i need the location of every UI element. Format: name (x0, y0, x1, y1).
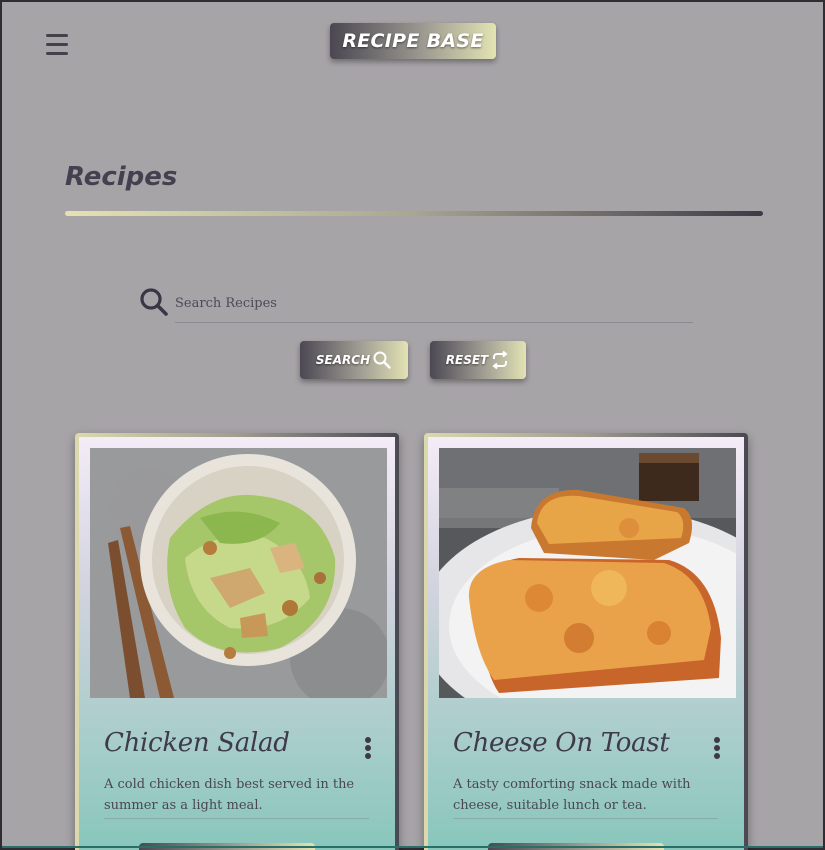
reset-button[interactable]: RESET (430, 341, 526, 379)
bottom-edge (2, 846, 823, 848)
recipe-image-chicken-salad[interactable] (90, 448, 387, 698)
page-title: Recipes (65, 162, 178, 192)
refresh-icon (492, 350, 508, 370)
reset-button-label: RESET (445, 353, 489, 367)
search-button-label: SEARCH (315, 353, 371, 367)
title-divider (65, 211, 763, 216)
vertical-dots-icon[interactable] (365, 737, 373, 761)
search-button[interactable]: SEARCH (300, 341, 408, 379)
recipe-image-cheese-on-toast[interactable] (439, 448, 736, 698)
recipe-card[interactable]: Cheese On Toast A tasty comforting snack… (424, 433, 748, 850)
recipe-description: A cold chicken dish best served in the s… (104, 774, 369, 819)
recipe-title: Cheese On Toast (453, 728, 670, 758)
vertical-dots-icon[interactable] (714, 737, 722, 761)
hamburger-menu-icon[interactable] (44, 34, 72, 58)
recipe-description: A tasty comforting snack made with chees… (453, 774, 718, 819)
search-input[interactable] (175, 284, 693, 323)
recipe-card[interactable]: Chicken Salad A cold chicken dish best s… (75, 433, 399, 850)
search-icon (140, 288, 168, 316)
recipe-title: Chicken Salad (104, 728, 290, 758)
magnifier-icon (373, 351, 391, 369)
brand-logo[interactable]: RECIPE BASE (330, 23, 496, 59)
brand-label: RECIPE BASE (342, 30, 484, 52)
